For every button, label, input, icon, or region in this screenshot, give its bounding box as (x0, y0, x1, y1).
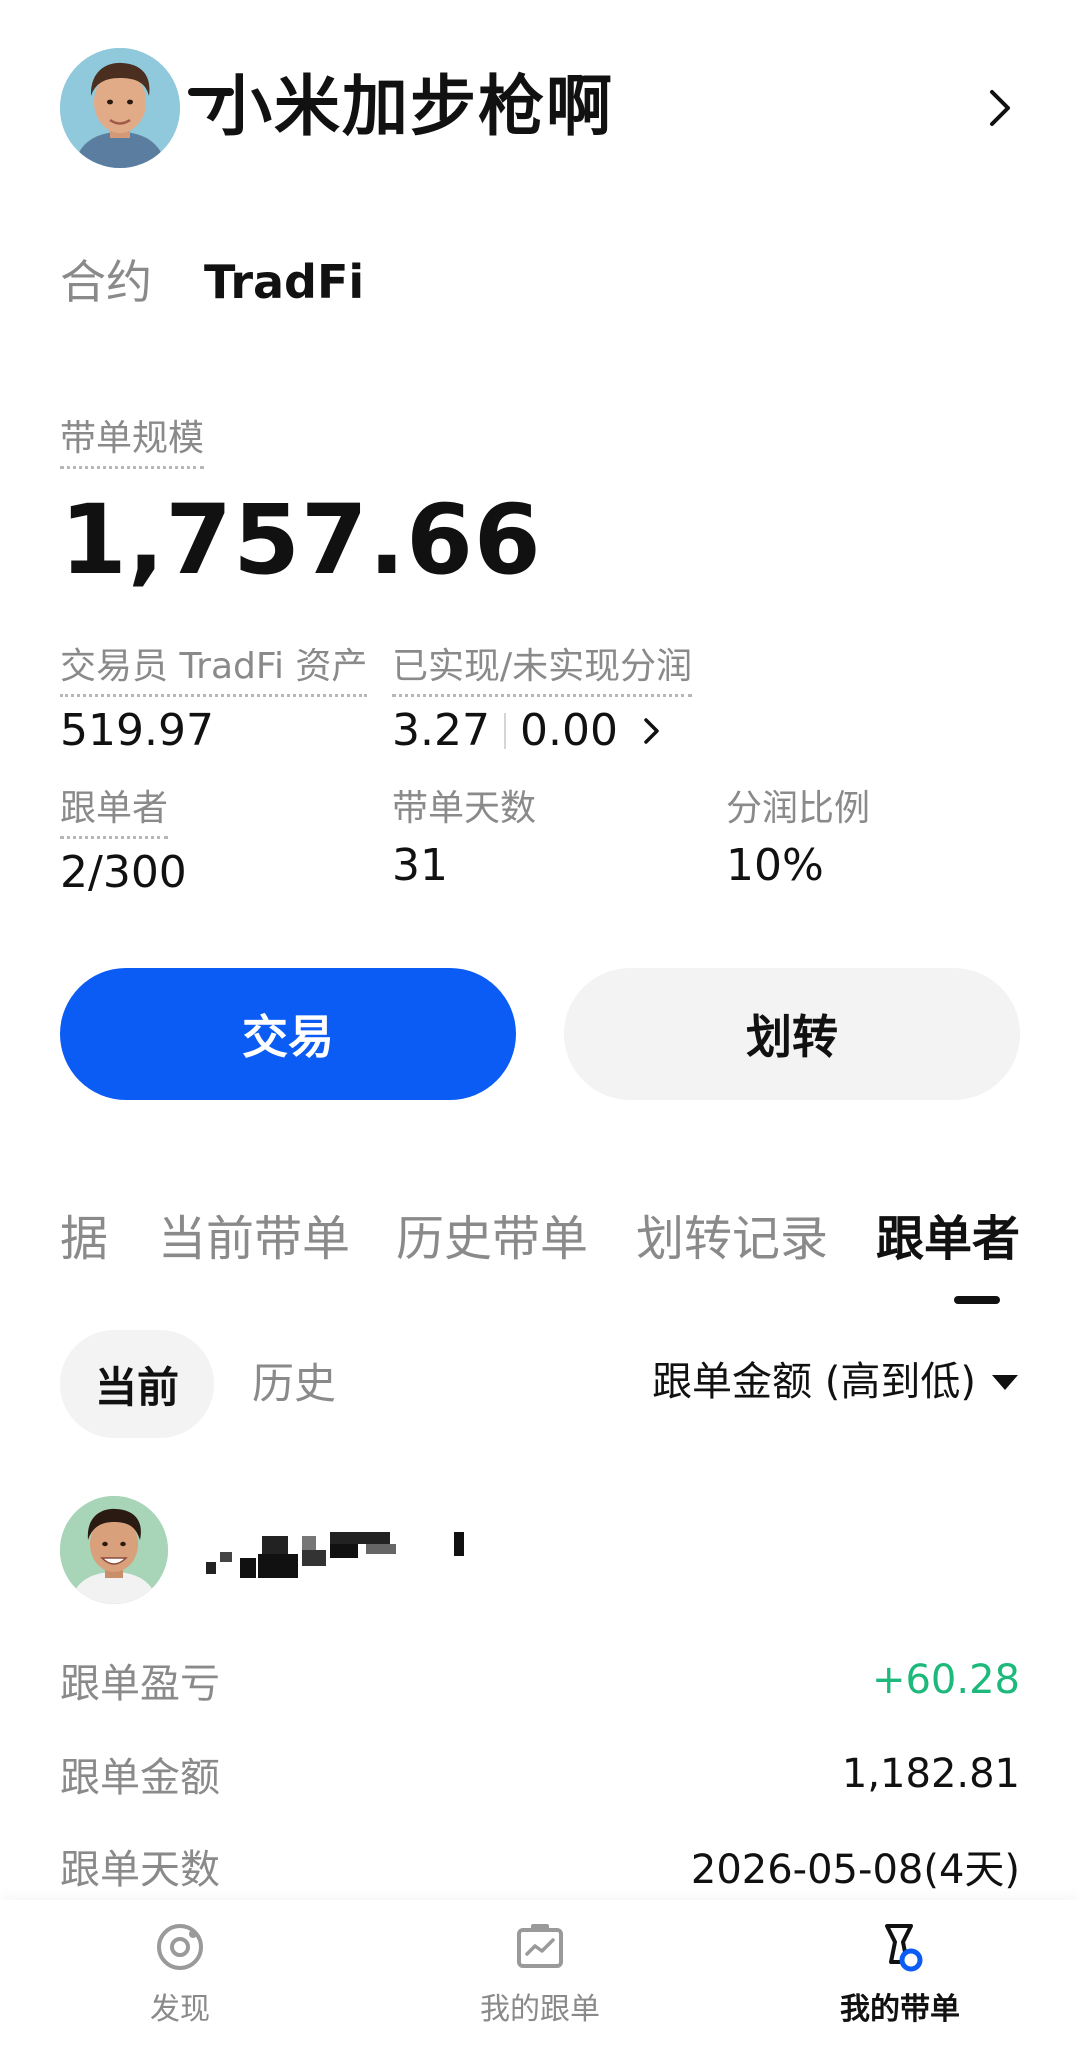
followers-stat: 跟单者 2/300 (60, 786, 187, 901)
chevron-right-icon[interactable] (982, 86, 1018, 130)
username: 小米加步枪啊 (206, 68, 614, 145)
tab-data[interactable]: 据 (60, 1206, 108, 1272)
user-avatar[interactable] (60, 48, 180, 168)
nav-my-copy[interactable]: 我的跟单 (420, 1920, 660, 2028)
caret-down-icon (992, 1375, 1018, 1390)
tab-current-lead[interactable]: 当前带单 (158, 1206, 350, 1272)
trade-button[interactable]: 交易 (60, 968, 516, 1100)
follow-pnl-value: +60.28 (871, 1657, 1020, 1703)
nav-discover[interactable]: 发现 (60, 1920, 300, 2028)
sort-label: 跟单金额 (高到低) (652, 1359, 976, 1405)
filter-current[interactable]: 当前 (60, 1330, 214, 1438)
follow-days-row: 跟单天数 2026-05-08(4天) (60, 1836, 1020, 1896)
nav-my-lead-label: 我的带单 (840, 1992, 960, 2027)
tab-transfer-records[interactable]: 划转记录 (636, 1206, 828, 1272)
follower-avatar[interactable] (60, 1496, 168, 1604)
tab-history-lead[interactable]: 历史带单 (396, 1206, 588, 1272)
follow-amount-row: 跟单金额 1,182.81 (60, 1744, 1020, 1804)
tab-followers[interactable]: 跟单者 (876, 1206, 1020, 1272)
chevron-right-icon[interactable] (640, 715, 662, 747)
nav-my-copy-label: 我的跟单 (480, 1992, 600, 2027)
sort-dropdown[interactable]: 跟单金额 (高到低) (652, 1354, 1020, 1410)
lead-days-stat: 带单天数 31 (392, 786, 536, 894)
trader-assets-label[interactable]: 交易员 TradFi 资产 (60, 644, 368, 697)
realized-profit-share-value: 3.27 (392, 705, 490, 756)
nav-discover-label: 发现 (150, 1992, 210, 2027)
aum-value: 1,757.66 (60, 484, 542, 596)
unrealized-profit-share-value: 0.00 (519, 705, 618, 756)
bottom-navigation: 发现 我的跟单 我的带单 (0, 1900, 1080, 2067)
follower-name-masked (206, 1532, 464, 1578)
follow-pnl-row: 跟单盈亏 +60.28 (60, 1650, 1020, 1710)
follow-amount-value: 1,182.81 (841, 1751, 1020, 1797)
person-avatar-icon (60, 1496, 168, 1604)
tab-active-indicator (188, 88, 234, 96)
profit-ratio-label: 分润比例 (726, 788, 871, 829)
follow-days-label: 跟单天数 (60, 1847, 220, 1893)
follow-amount-label: 跟单金额 (60, 1755, 220, 1801)
filter-history[interactable]: 历史 (252, 1356, 336, 1412)
section-tab-indicator (954, 1296, 1000, 1304)
profit-share-stat[interactable]: 已实现/未实现分润 3.27 0.00 (392, 644, 693, 759)
chart-board-icon (517, 1924, 563, 1968)
discover-icon (157, 1924, 203, 1970)
person-avatar-icon (60, 48, 180, 168)
lead-days-value: 31 (392, 840, 448, 891)
followers-value: 2/300 (60, 847, 187, 898)
follow-pnl-label: 跟单盈亏 (60, 1661, 220, 1707)
profit-share-label[interactable]: 已实现/未实现分润 (392, 644, 693, 697)
tab-futures[interactable]: 合约 (60, 252, 152, 312)
aum-label[interactable]: 带单规模 (60, 416, 205, 469)
nav-my-lead[interactable]: 我的带单 (780, 1920, 1020, 2028)
followers-label[interactable]: 跟单者 (60, 786, 169, 839)
profile-header[interactable]: 小米加步枪啊 (0, 0, 1080, 200)
tab-tradfi[interactable]: TradFi (204, 252, 364, 312)
follow-days-value: 2026-05-08(4天) (690, 1847, 1020, 1893)
transfer-button[interactable]: 划转 (564, 968, 1020, 1100)
section-tabs: 据 当前带单 历史带单 划转记录 跟单者 (60, 1206, 1020, 1316)
lead-trader-icon (885, 1924, 923, 1972)
profit-ratio-value: 10% (726, 840, 824, 891)
lead-days-label: 带单天数 (392, 788, 537, 829)
trader-assets-stat: 交易员 TradFi 资产 519.97 (60, 644, 368, 759)
profit-ratio-stat: 分润比例 10% (726, 786, 870, 894)
trader-assets-value: 519.97 (60, 705, 214, 756)
value-divider (503, 713, 506, 749)
